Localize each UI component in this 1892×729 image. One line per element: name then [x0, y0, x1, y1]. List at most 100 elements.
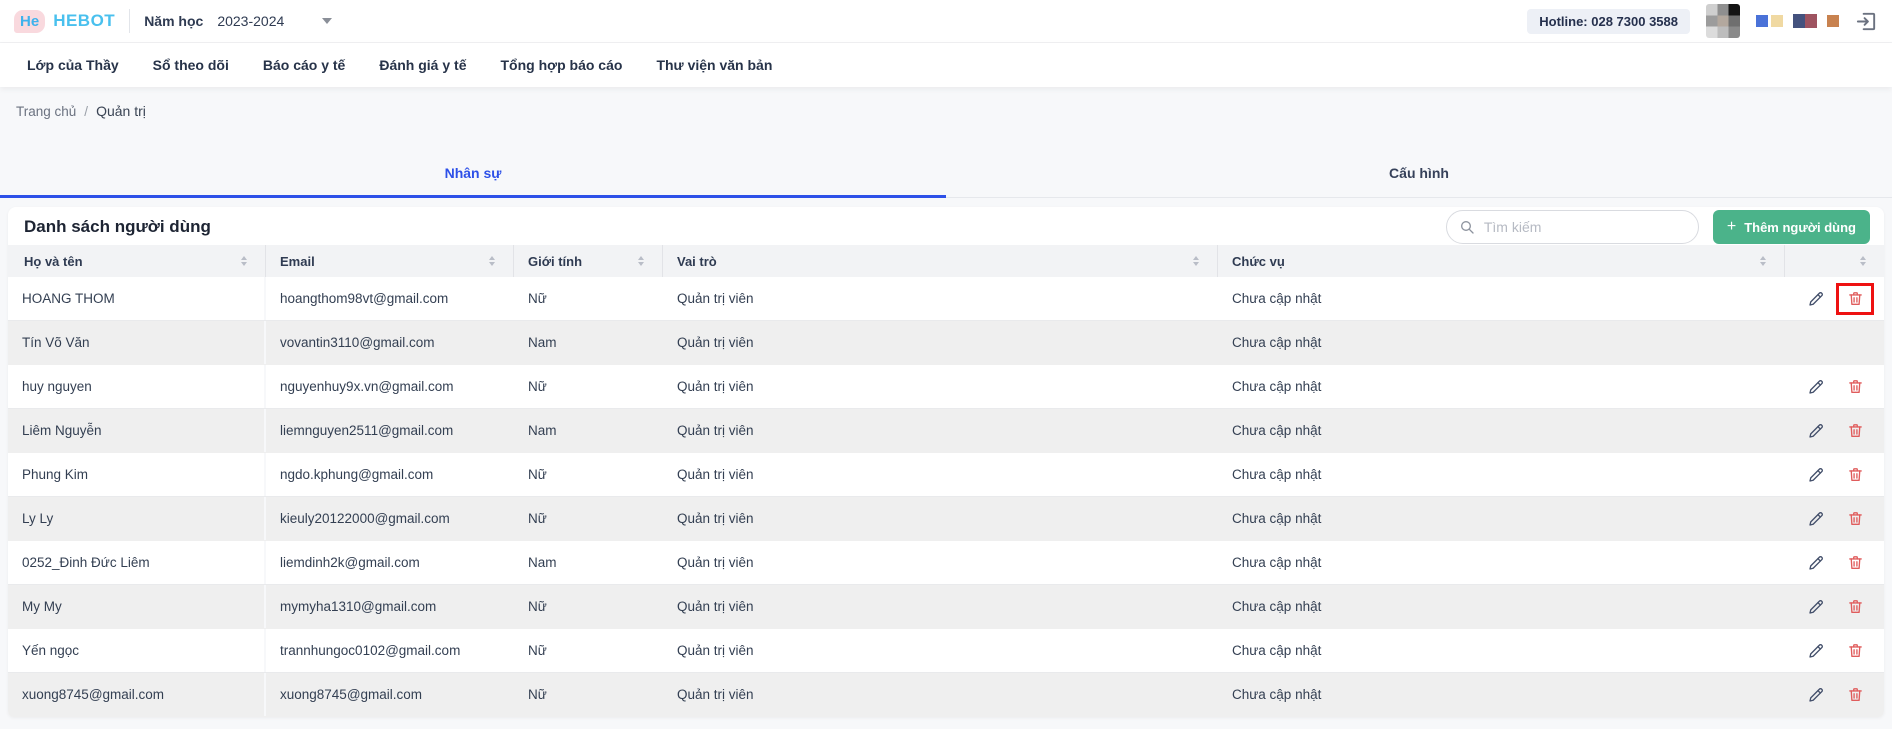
plus-icon: +: [1726, 218, 1737, 235]
sorter-icon[interactable]: [489, 256, 495, 266]
nav-item-0[interactable]: Lớp của Thầy: [27, 57, 119, 73]
pencil-icon: [1809, 467, 1823, 482]
cell-actions: [1785, 541, 1884, 584]
cell-name: huy nguyen: [8, 365, 266, 408]
breadcrumb: Trang chủ / Quản trị: [0, 87, 1892, 135]
cell-gender: Nữ: [528, 291, 547, 306]
app-logo[interactable]: He HEBOT: [14, 9, 116, 33]
cell-actions: [1785, 277, 1884, 320]
cell-role: Quản trị viên: [677, 687, 754, 702]
pencil-icon: [1809, 379, 1823, 394]
cell-position: Chưa cập nhật: [1232, 511, 1322, 526]
cell-name: Phung Kim: [8, 453, 266, 496]
cell-gender: Nữ: [528, 511, 547, 526]
cell-email: trannhungoc0102@gmail.com: [280, 643, 461, 658]
delete-button[interactable]: [1837, 679, 1874, 711]
delete-button[interactable]: [1836, 282, 1874, 315]
cell-role: Quản trị viên: [677, 555, 754, 570]
language-flag-2[interactable]: [1793, 14, 1817, 28]
divider: [129, 9, 131, 33]
top-header-bar: He HEBOT Năm học 2023-2024 Hotline: 028 …: [0, 0, 1892, 43]
delete-button[interactable]: [1837, 635, 1874, 667]
edit-button[interactable]: [1799, 283, 1832, 315]
nav-item-4[interactable]: Tổng hợp báo cáo: [500, 57, 622, 73]
cell-role: Quản trị viên: [677, 291, 754, 306]
edit-button[interactable]: [1799, 547, 1833, 579]
edit-button[interactable]: [1799, 371, 1833, 403]
caret-down-icon: [322, 18, 333, 24]
cell-role: Quản trị viên: [677, 335, 754, 350]
edit-button[interactable]: [1799, 503, 1833, 535]
nav-item-2[interactable]: Báo cáo y tế: [263, 57, 345, 73]
edit-button[interactable]: [1799, 679, 1833, 711]
trash-icon: [1848, 292, 1862, 305]
cell-actions: [1785, 497, 1884, 540]
cell-email: hoangthom98vt@gmail.com: [280, 291, 449, 306]
nav-item-5[interactable]: Thư viện văn bản: [656, 57, 772, 73]
pencil-icon: [1809, 555, 1823, 570]
avatar-image: [1706, 4, 1740, 38]
delete-button[interactable]: [1837, 503, 1874, 535]
logo-title: HEBOT: [53, 11, 116, 30]
tab-nhan-su[interactable]: Nhân sự: [0, 165, 946, 197]
cell-gender: Nữ: [528, 467, 547, 482]
column-label: Giới tính: [528, 253, 583, 269]
column-label: Vai trò: [677, 253, 717, 269]
language-flag-3[interactable]: [1827, 15, 1839, 27]
trash-icon: [1848, 688, 1862, 701]
edit-button[interactable]: [1799, 415, 1833, 447]
cell-gender: Nam: [528, 555, 557, 570]
cell-name: HOANG THOM: [8, 277, 266, 320]
cell-role: Quản trị viên: [677, 599, 754, 614]
avatar[interactable]: [1706, 4, 1740, 38]
column-header-gender: Giới tính: [514, 245, 663, 277]
cell-name: xuong8745@gmail.com: [8, 673, 266, 716]
pencil-icon: [1809, 423, 1823, 438]
delete-button[interactable]: [1837, 415, 1874, 447]
add-user-button[interactable]: + Thêm người dùng: [1712, 210, 1870, 244]
trash-icon: [1848, 424, 1862, 437]
edit-button[interactable]: [1799, 635, 1833, 667]
sorter-icon[interactable]: [1193, 256, 1199, 266]
cell-gender: Nữ: [528, 687, 547, 702]
logout-icon: [1856, 12, 1876, 30]
edit-button[interactable]: [1799, 591, 1833, 623]
school-year-dropdown[interactable]: 2023-2024: [217, 13, 333, 29]
trash-icon: [1848, 380, 1862, 393]
delete-button[interactable]: [1837, 591, 1874, 623]
column-header-name: Họ và tên: [8, 245, 266, 277]
cell-email: liemdinh2k@gmail.com: [280, 555, 420, 570]
cell-name: Liêm Nguyễn: [8, 409, 266, 452]
sorter-icon[interactable]: [1760, 256, 1766, 266]
cell-actions: [1785, 673, 1884, 716]
column-header-email: Email: [266, 245, 514, 277]
cell-role: Quản trị viên: [677, 467, 754, 482]
delete-button[interactable]: [1837, 547, 1874, 579]
cell-actions: [1785, 321, 1884, 364]
sorter-icon[interactable]: [638, 256, 644, 266]
search-box: [1445, 210, 1699, 244]
table-row: Yến ngọc trannhungoc0102@gmail.com Nữ Qu…: [8, 629, 1884, 673]
trash-icon: [1848, 600, 1862, 613]
nav-item-3[interactable]: Đánh giá y tế: [379, 57, 466, 73]
pencil-icon: [1809, 511, 1823, 526]
breadcrumb-home[interactable]: Trang chủ: [16, 104, 76, 119]
school-year-label: Năm học: [144, 13, 204, 29]
nav-item-1[interactable]: Sổ theo dõi: [153, 57, 229, 73]
column-header-actions: [1785, 245, 1884, 277]
edit-button[interactable]: [1799, 459, 1833, 491]
table-row: Ly Ly kieuly20122000@gmail.com Nữ Quản t…: [8, 497, 1884, 541]
delete-button[interactable]: [1837, 459, 1874, 491]
search-input[interactable]: [1483, 219, 1686, 235]
sorter-icon[interactable]: [1860, 256, 1866, 266]
language-flag-1[interactable]: [1756, 15, 1783, 27]
trash-icon: [1848, 468, 1862, 481]
user-list-card: Danh sách người dùng + Thêm người dùng H…: [8, 207, 1884, 717]
table-row: Tín Võ Văn vovantin3110@gmail.com Nam Qu…: [8, 321, 1884, 365]
cell-actions: [1785, 585, 1884, 628]
logout-button[interactable]: [1855, 10, 1878, 33]
cell-gender: Nam: [528, 423, 557, 438]
sorter-icon[interactable]: [241, 256, 247, 266]
tab-cau-hinh[interactable]: Cấu hình: [946, 165, 1892, 197]
delete-button[interactable]: [1837, 371, 1874, 403]
